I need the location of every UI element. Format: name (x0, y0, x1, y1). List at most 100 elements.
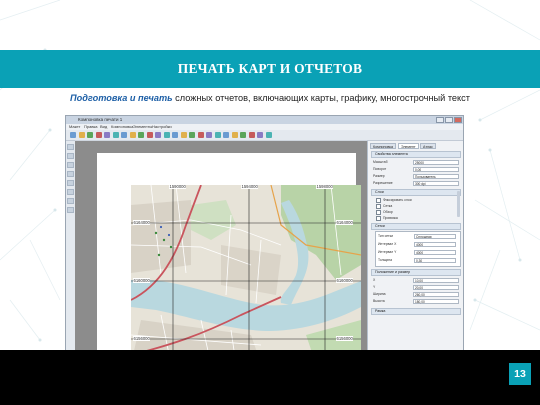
zoom-tool-icon[interactable] (67, 171, 74, 177)
prop-label: Поворот (373, 167, 387, 171)
resolution-field[interactable]: 300 dpi (413, 181, 459, 186)
export-pdf-icon[interactable] (112, 132, 119, 138)
slide-title: ПЕЧАТЬ КАРТ И ОТЧЕТОВ (177, 61, 363, 76)
prop-row: Разрешение 300 dpi (373, 180, 461, 187)
add-label-icon[interactable] (189, 132, 195, 138)
redo-icon[interactable] (138, 132, 144, 138)
section-position[interactable]: Положение и размер (371, 269, 461, 276)
width-field[interactable]: 260,00 (413, 292, 459, 297)
tab-item[interactable]: Элемент (398, 143, 419, 149)
undo-icon[interactable] (129, 132, 136, 138)
prop-label: Размер (373, 174, 385, 178)
export-svg-icon[interactable] (121, 132, 127, 138)
grid-list[interactable]: Тип сетки Сплошная Интервал X 4000 Интер… (375, 231, 461, 267)
section-grid[interactable]: Сетки (371, 223, 461, 230)
prop-label: X (373, 278, 376, 282)
checkbox[interactable] (376, 209, 381, 215)
page-number-badge: 13 (509, 363, 531, 385)
slide-upper-area: ПЕЧАТЬ КАРТ И ОТЧЕТОВ Подготовка и печат… (0, 0, 540, 350)
export-image-icon[interactable] (104, 132, 110, 138)
prop-label: Высота (373, 299, 385, 303)
label-tool-icon[interactable] (67, 189, 74, 195)
slide-subtitle: Подготовка и печать сложных отчетов, вкл… (60, 92, 480, 104)
print-icon[interactable] (95, 132, 102, 138)
prop-row: Толщина 0,30 (378, 257, 458, 264)
add-scalebar-icon[interactable] (206, 132, 212, 138)
zoom-out-icon[interactable] (155, 132, 161, 138)
y-coord-label-right: 6164000 (336, 220, 354, 225)
interval-y-field[interactable]: 4000 (414, 250, 456, 255)
checkbox[interactable] (376, 197, 381, 203)
x-coord-label: 1590000 (169, 185, 187, 189)
grid-type-select[interactable]: Сплошная (414, 234, 456, 239)
window-title-bar: Компоновка печати 1 (66, 116, 463, 124)
checkbox[interactable] (376, 215, 381, 221)
layer-check-label: Привязка (383, 216, 398, 220)
window-title: Компоновка печати 1 (78, 117, 123, 122)
y-coord-label: 6160000 (133, 278, 151, 283)
layer-check-label: Сетка (383, 204, 393, 208)
y-coord-label-right: 6156000 (336, 336, 354, 341)
node-tool-icon[interactable] (67, 180, 74, 186)
map-item[interactable]: 1590000 1594000 1598000 6164000 6160000 … (131, 185, 361, 350)
section-main-properties[interactable]: Свойства элемента (371, 151, 461, 158)
minimize-button[interactable] (436, 117, 444, 123)
prop-row: Ширина 260,00 (373, 291, 461, 298)
add-arrow-icon[interactable] (223, 132, 229, 138)
y-field[interactable]: 20,00 (413, 285, 459, 290)
add-shape-icon[interactable] (214, 132, 221, 138)
ungroup-icon[interactable] (248, 132, 255, 138)
height-field[interactable]: 180,00 (413, 299, 459, 304)
save-icon[interactable] (87, 132, 93, 138)
y-coord-label: 6164000 (133, 220, 151, 225)
layer-check[interactable]: Привязка (376, 215, 398, 221)
pan-icon[interactable] (67, 144, 74, 150)
prop-label: Разрешение (373, 181, 393, 185)
y-coord-label-right: 6160000 (336, 278, 354, 283)
section-frame[interactable]: Рамка (371, 308, 461, 315)
slide-footer (0, 350, 540, 405)
prop-row: Масштаб 25000 (373, 159, 461, 166)
prop-label: Интервал X (378, 242, 397, 246)
group-icon[interactable] (240, 132, 246, 138)
subtitle-highlight: Подготовка и печать (70, 93, 173, 103)
x-field[interactable]: 10,00 (413, 278, 459, 283)
add-map-icon[interactable] (180, 132, 187, 138)
refresh-icon[interactable] (172, 132, 178, 138)
lock-icon[interactable] (257, 132, 263, 138)
y-coord-label: 6156000 (133, 336, 151, 341)
panel-scrollbar[interactable] (457, 191, 460, 217)
composer-canvas[interactable]: 1590000 1594000 1598000 6164000 6160000 … (75, 141, 367, 350)
add-table-icon[interactable] (231, 132, 238, 138)
open-icon[interactable] (78, 132, 85, 138)
tab-atlas[interactable]: Атлас (420, 143, 436, 149)
print-composer-window: Компоновка печати 1 Макет Правка Вид Ком… (65, 115, 464, 350)
interval-x-field[interactable]: 4000 (414, 242, 456, 247)
checkbox[interactable] (376, 203, 381, 209)
add-legend-icon[interactable] (197, 132, 204, 138)
rotation-field[interactable]: 0,00 (413, 167, 459, 172)
tab-composition[interactable]: Компоновка (370, 143, 397, 149)
prop-row: Тип сетки Сплошная (378, 233, 458, 240)
prop-label: Интервал Y (378, 250, 397, 254)
select-icon[interactable] (67, 153, 74, 159)
maximize-button[interactable] (445, 117, 453, 123)
move-content-icon[interactable] (67, 162, 74, 168)
size-select[interactable]: Пользователь (413, 174, 459, 179)
legend-tool-icon[interactable] (67, 198, 74, 204)
prop-label: Масштаб (373, 160, 388, 164)
new-icon[interactable] (70, 132, 76, 138)
item-properties-panel: Компоновка Элемент Атлас Свойства элемен… (367, 141, 463, 350)
grid-width-field[interactable]: 0,30 (414, 258, 456, 263)
slide: ПЕЧАТЬ КАРТ И ОТЧЕТОВ Подготовка и печат… (0, 0, 540, 405)
zoom-in-icon[interactable] (146, 132, 153, 138)
scale-field[interactable]: 25000 (413, 160, 459, 165)
prop-row: Высота 180,00 (373, 298, 461, 305)
zoom-full-icon[interactable] (163, 132, 170, 138)
scalebar-tool-icon[interactable] (67, 207, 74, 213)
align-icon[interactable] (265, 132, 272, 138)
close-button[interactable] (454, 117, 462, 123)
prop-row: Интервал X 4000 (378, 241, 458, 248)
section-layers[interactable]: Слои (371, 189, 461, 196)
layer-check-label: Фиксировать слои (383, 198, 412, 202)
